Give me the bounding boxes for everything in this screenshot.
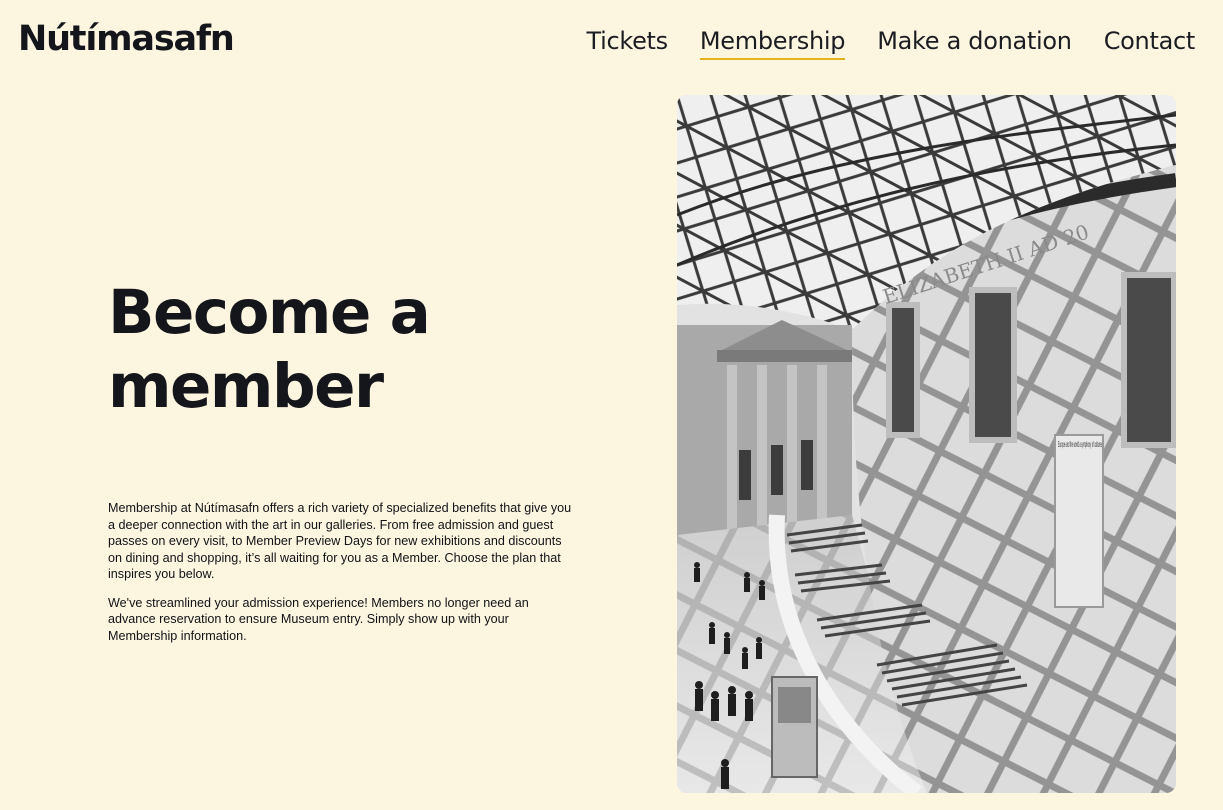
main-nav: Tickets Membership Make a donation Conta… (554, 28, 1196, 61)
banner-text: Europe and the world a symphony of cultu… (1058, 440, 1102, 449)
museum-atrium-illustration: ELIZABETH II AD 20 Europe and the world … (677, 95, 1176, 793)
nav-tickets[interactable]: Tickets (586, 28, 668, 60)
membership-intro-paragraph: Membership at Nútímasafn offers a rich v… (108, 501, 572, 581)
museum-photo: ELIZABETH II AD 20 Europe and the world … (677, 95, 1176, 793)
site-logo[interactable]: Nútímasafn (18, 22, 235, 57)
nav-make-a-donation[interactable]: Make a donation (877, 28, 1072, 60)
hero-title: Become a member (108, 276, 588, 424)
page: Nútímasafn Tickets Membership Make a don… (0, 0, 1223, 810)
nav-contact[interactable]: Contact (1104, 28, 1196, 60)
hero-title-line-1: Become a (108, 277, 431, 348)
hero-description: Membership at Nútímasafn offers a rich v… (108, 500, 578, 656)
admission-paragraph: We've streamlined your admission experie… (108, 595, 529, 643)
hero-title-line-2: member (108, 351, 384, 422)
nav-membership[interactable]: Membership (699, 28, 846, 61)
